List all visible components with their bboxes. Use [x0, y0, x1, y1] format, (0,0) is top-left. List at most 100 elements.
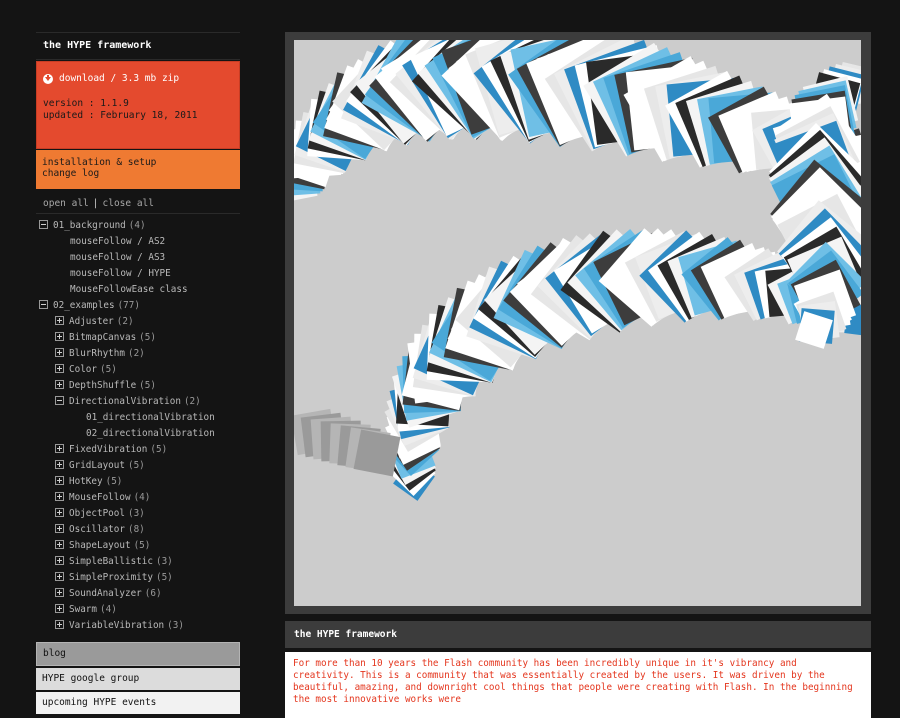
expand-icon[interactable]: [55, 444, 64, 453]
tree-item-count: (2): [116, 316, 134, 327]
separator: |: [92, 198, 99, 209]
expand-icon[interactable]: [55, 364, 64, 373]
collapse-icon[interactable]: [39, 220, 48, 229]
about-panel: the HYPE framework For more than 10 year…: [285, 621, 871, 718]
tree-item-count: (5): [105, 476, 123, 487]
expand-icon[interactable]: [55, 348, 64, 357]
blog-button[interactable]: blog: [36, 642, 240, 666]
expand-icon[interactable]: [55, 380, 64, 389]
tree-item[interactable]: mouseFollow / AS2: [36, 234, 240, 250]
tree-item[interactable]: 01_directionalVibration: [36, 410, 240, 426]
tree-item[interactable]: ShapeLayout (5): [36, 538, 240, 554]
tree-item-label: SoundAnalyzer: [69, 588, 142, 599]
change-log-link[interactable]: change log: [42, 168, 234, 179]
tree-item[interactable]: FixedVibration (5): [36, 442, 240, 458]
tree-item-count: (4): [100, 604, 117, 615]
expand-icon[interactable]: [55, 540, 64, 549]
tree-item-label: VariableVibration: [69, 620, 165, 631]
expand-icon[interactable]: [55, 604, 64, 613]
tree-item-label: Oscillator: [69, 524, 125, 535]
download-icon: [43, 73, 53, 84]
flash-stage[interactable]: [294, 40, 861, 606]
tree-item-count: (2): [183, 396, 201, 407]
tree-item-count: (6): [144, 588, 162, 599]
collapse-icon[interactable]: [39, 300, 48, 309]
about-title: the HYPE framework: [285, 621, 871, 648]
tree-item-count: (77): [117, 300, 140, 311]
expand-icon[interactable]: [55, 492, 64, 501]
tree-item[interactable]: BlurRhythm (2): [36, 346, 240, 362]
tree-item-count: (3): [127, 508, 145, 519]
open-close-controls: open all | close all: [36, 189, 240, 214]
tree-item[interactable]: BitmapCanvas (5): [36, 330, 240, 346]
tree-item[interactable]: Oscillator (8): [36, 522, 240, 538]
example-tree: 01_background (4) mouseFollow / AS2 mouseFo…: [36, 214, 240, 634]
setup-links: installation & setup change log: [36, 150, 240, 189]
tree-item[interactable]: Adjuster (2): [36, 314, 240, 330]
expand-icon[interactable]: [55, 460, 64, 469]
tree-item-count: (8): [127, 524, 145, 535]
tree-item[interactable]: 02_examples (77): [36, 298, 240, 314]
site-title[interactable]: the HYPE framework: [36, 32, 240, 60]
tree-item-count: (5): [139, 380, 156, 391]
tree-item-label: mouseFollow / AS3: [70, 252, 166, 263]
expand-icon[interactable]: [55, 508, 64, 517]
expand-icon[interactable]: [55, 556, 64, 565]
expand-icon[interactable]: [55, 316, 64, 325]
close-all-link[interactable]: close all: [103, 198, 154, 209]
tree-item[interactable]: HotKey (5): [36, 474, 240, 490]
tree-item-count: (3): [155, 556, 173, 567]
tree-item[interactable]: SoundAnalyzer (6): [36, 586, 240, 602]
installation-setup-link[interactable]: installation & setup: [42, 157, 234, 168]
collapse-icon[interactable]: [55, 396, 64, 405]
tree-item-count: (3): [167, 620, 184, 631]
tree-item[interactable]: DirectionalVibration (2): [36, 394, 240, 410]
sidebar: the HYPE framework download / 3.3 mb zip…: [36, 32, 240, 716]
google-group-button[interactable]: HYPE google group: [36, 668, 240, 690]
tree-item-label: 02_examples: [53, 300, 115, 311]
tree-item-label: HotKey: [69, 476, 103, 487]
tree-item-label: ObjectPool: [69, 508, 125, 519]
tree-item-count: (5): [150, 444, 168, 455]
tree-item-count: (5): [133, 540, 151, 551]
download-label: download / 3.3 mb zip: [59, 73, 180, 84]
tree-item-label: SimpleProximity: [69, 572, 153, 583]
tree-item[interactable]: MouseFollow (4): [36, 490, 240, 506]
tree-item[interactable]: VariableVibration (3): [36, 618, 240, 634]
tree-item-label: FixedVibration: [69, 444, 148, 455]
tree-item[interactable]: mouseFollow / HYPE: [36, 266, 240, 282]
expand-icon[interactable]: [55, 572, 64, 581]
tree-item[interactable]: DepthShuffle (5): [36, 378, 240, 394]
tree-item[interactable]: ObjectPool (3): [36, 506, 240, 522]
tree-item[interactable]: Color (5): [36, 362, 240, 378]
tree-item[interactable]: 02_directionalVibration: [36, 426, 240, 442]
tree-item[interactable]: SimpleBallistic (3): [36, 554, 240, 570]
tree-item-label: 01_background: [53, 220, 126, 231]
tree-item-label: Color: [69, 364, 97, 375]
tree-item-count: (5): [139, 332, 156, 343]
tree-item-label: 02_directionalVibration: [86, 428, 215, 439]
tree-item-label: BitmapCanvas: [69, 332, 137, 343]
tree-item[interactable]: SimpleProximity (5): [36, 570, 240, 586]
tree-item[interactable]: GridLayout (5): [36, 458, 240, 474]
expand-icon[interactable]: [55, 524, 64, 533]
tree-item-count: (5): [155, 572, 173, 583]
expand-icon[interactable]: [55, 476, 64, 485]
expand-icon[interactable]: [55, 588, 64, 597]
tree-item-count: (5): [100, 364, 117, 375]
open-all-link[interactable]: open all: [43, 198, 89, 209]
tree-item[interactable]: Swarm (4): [36, 602, 240, 618]
tree-item-label: SimpleBallistic: [69, 556, 153, 567]
tree-item-count: (5): [127, 460, 145, 471]
tree-item-count: (4): [133, 492, 151, 503]
tree-item[interactable]: mouseFollow / AS3: [36, 250, 240, 266]
tree-item[interactable]: MouseFollowEase class: [36, 282, 240, 298]
expand-icon[interactable]: [55, 620, 64, 629]
download-box: download / 3.3 mb zip version : 1.1.9 up…: [36, 61, 240, 149]
expand-icon[interactable]: [55, 332, 64, 341]
tree-item[interactable]: 01_background (4): [36, 218, 240, 234]
events-button[interactable]: upcoming HYPE events: [36, 692, 240, 714]
tree-item-label: Adjuster: [69, 316, 114, 327]
tree-item-label: DepthShuffle: [69, 380, 137, 391]
download-link[interactable]: download / 3.3 mb zip: [43, 73, 233, 84]
